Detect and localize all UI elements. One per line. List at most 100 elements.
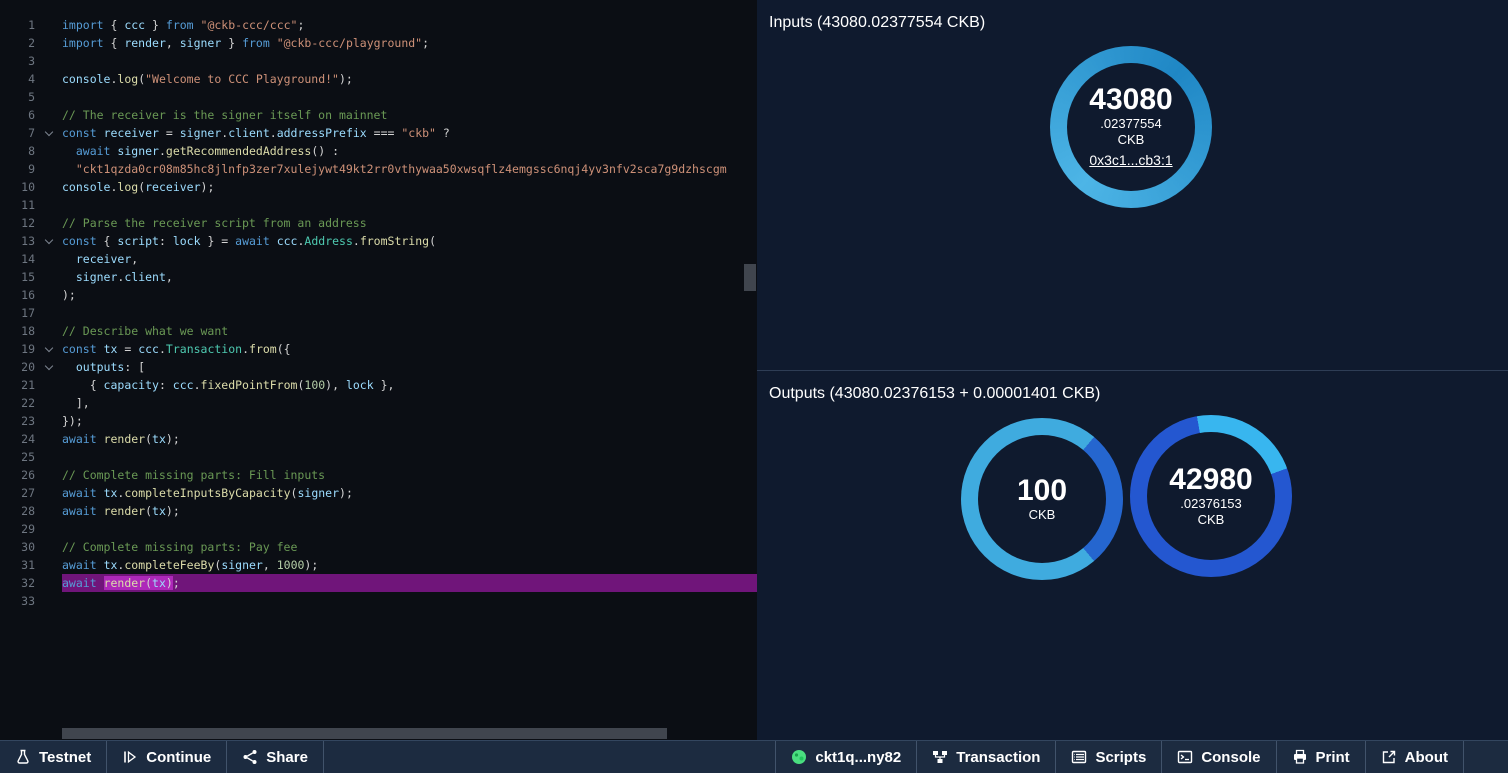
input-outpoint-link[interactable]: 0x3c1...cb3:1 <box>1089 150 1172 170</box>
code-text: const tx = ccc.Transaction.from({ <box>62 340 757 358</box>
transaction-button[interactable]: Transaction <box>916 741 1055 773</box>
line-number: 3 <box>0 52 35 70</box>
line-number: 15 <box>0 268 35 286</box>
editor-vertical-scrollbar-thumb[interactable] <box>744 264 756 291</box>
outputs-section: Outputs (43080.02376153 + 0.00001401 CKB… <box>757 371 1508 403</box>
line-number: 23 <box>0 412 35 430</box>
code-line-8[interactable]: 8 await signer.getRecommendedAddress() : <box>0 142 757 160</box>
code-line-31[interactable]: 31await tx.completeFeeBy(signer, 1000); <box>0 556 757 574</box>
code-line-33[interactable]: 33 <box>0 592 757 610</box>
code-text: console.log("Welcome to CCC Playground!"… <box>62 70 757 88</box>
transaction-visualizer: Inputs (43080.02377554 CKB) Outputs (430… <box>757 0 1508 740</box>
code-text: await render(tx); <box>62 430 757 448</box>
fold-chevron-icon[interactable] <box>35 348 62 351</box>
line-number: 25 <box>0 448 35 466</box>
console-label: Console <box>1201 749 1260 766</box>
code-line-2[interactable]: 2 import { render, signer } from "@ckb-cc… <box>0 34 757 52</box>
fold-chevron-icon[interactable] <box>35 132 62 135</box>
output-cell-donut-0: 100 CKB <box>961 418 1123 580</box>
outputs-title: Outputs (43080.02376153 + 0.00001401 CKB… <box>757 371 1508 403</box>
main-area: 1import { ccc } from "@ckb-ccc/ccc";2 imp… <box>0 0 1508 740</box>
share-nodes-icon <box>242 749 258 765</box>
about-button[interactable]: About <box>1365 741 1463 773</box>
continue-button[interactable]: Continue <box>107 741 227 773</box>
code-line-20[interactable]: 20 outputs: [ <box>0 358 757 376</box>
line-number: 12 <box>0 214 35 232</box>
transaction-diagram-icon <box>932 749 948 765</box>
code-line-3[interactable]: 3 <box>0 52 757 70</box>
code-line-27[interactable]: 27await tx.completeInputsByCapacity(sign… <box>0 484 757 502</box>
code-line-23[interactable]: 23}); <box>0 412 757 430</box>
line-number: 24 <box>0 430 35 448</box>
code-line-30[interactable]: 30// Complete missing parts: Pay fee <box>0 538 757 556</box>
code-line-10[interactable]: 10console.log(receiver); <box>0 178 757 196</box>
code-line-14[interactable]: 14 receiver, <box>0 250 757 268</box>
code-text: // Complete missing parts: Fill inputs <box>62 466 757 484</box>
code-lines: 1import { ccc } from "@ckb-ccc/ccc";2 imp… <box>0 16 757 610</box>
output-cell-1-content: 42980 .02376153 CKB <box>1147 432 1275 560</box>
code-line-7[interactable]: 7 const receiver = signer.client.addressP… <box>0 124 757 142</box>
wallet-address-button[interactable]: ckt1q...ny82 <box>775 741 916 773</box>
code-line-4[interactable]: 4 console.log("Welcome to CCC Playground!… <box>0 70 757 88</box>
code-text <box>62 592 757 610</box>
print-icon <box>1292 749 1308 765</box>
code-line-9[interactable]: 9 "ckt1qzda0cr08m85hc8jlnfp3zer7xulejywt… <box>0 160 757 178</box>
testnet-flask-icon <box>15 749 31 765</box>
fold-chevron-icon[interactable] <box>35 366 62 369</box>
code-line-21[interactable]: 21 { capacity: ccc.fixedPointFrom(100), … <box>0 376 757 394</box>
code-line-18[interactable]: 18// Describe what we want <box>0 322 757 340</box>
code-line-17[interactable]: 17 <box>0 304 757 322</box>
output-cell-donut-1: 42980 .02376153 CKB <box>1130 415 1292 577</box>
code-text: const receiver = signer.client.addressPr… <box>62 124 757 142</box>
output-0-unit: CKB <box>1029 507 1056 523</box>
code-line-32[interactable]: 32await render(tx); <box>0 574 757 592</box>
line-number: 5 <box>0 88 35 106</box>
editor-horizontal-scrollbar-thumb[interactable] <box>62 728 667 739</box>
code-line-25[interactable]: 25 <box>0 448 757 466</box>
fold-chevron-icon[interactable] <box>35 240 62 243</box>
code-text: import { render, signer } from "@ckb-ccc… <box>62 34 757 52</box>
input-cell-donut: 43080 .02377554 CKB 0x3c1...cb3:1 <box>1050 46 1212 208</box>
inputs-title: Inputs (43080.02377554 CKB) <box>757 0 1508 32</box>
line-number: 8 <box>0 142 35 160</box>
code-line-13[interactable]: 13const { script: lock } = await ccc.Add… <box>0 232 757 250</box>
code-text: signer.client, <box>62 268 757 286</box>
code-text: await signer.getRecommendedAddress() : <box>62 142 757 160</box>
output-1-unit: CKB <box>1198 512 1225 528</box>
code-line-22[interactable]: 22 ], <box>0 394 757 412</box>
output-0-amount: 100 <box>1017 475 1067 507</box>
code-editor[interactable]: 1import { ccc } from "@ckb-ccc/ccc";2 imp… <box>0 0 757 740</box>
code-text <box>62 88 757 106</box>
code-text: await render(tx); <box>62 574 757 592</box>
scripts-button[interactable]: Scripts <box>1055 741 1161 773</box>
line-number: 22 <box>0 394 35 412</box>
transaction-label: Transaction <box>956 749 1040 766</box>
line-number: 2 <box>0 34 35 52</box>
console-button[interactable]: Console <box>1161 741 1275 773</box>
output-1-amount: 42980 <box>1169 464 1252 496</box>
code-line-5[interactable]: 5 <box>0 88 757 106</box>
input-fraction: .02377554 <box>1100 116 1161 132</box>
testnet-button[interactable]: Testnet <box>0 741 107 773</box>
code-line-11[interactable]: 11 <box>0 196 757 214</box>
code-line-26[interactable]: 26// Complete missing parts: Fill inputs <box>0 466 757 484</box>
line-number: 13 <box>0 232 35 250</box>
print-button[interactable]: Print <box>1276 741 1365 773</box>
code-line-19[interactable]: 19const tx = ccc.Transaction.from({ <box>0 340 757 358</box>
line-number: 4 <box>0 70 35 88</box>
code-line-28[interactable]: 28await render(tx); <box>0 502 757 520</box>
code-line-24[interactable]: 24 await render(tx); <box>0 430 757 448</box>
line-number: 7 <box>0 124 35 142</box>
code-line-15[interactable]: 15 signer.client, <box>0 268 757 286</box>
code-line-29[interactable]: 29 <box>0 520 757 538</box>
code-line-1[interactable]: 1import { ccc } from "@ckb-ccc/ccc"; <box>0 16 757 34</box>
line-number: 6 <box>0 106 35 124</box>
line-number: 10 <box>0 178 35 196</box>
code-text: // The receiver is the signer itself on … <box>62 106 757 124</box>
code-line-16[interactable]: 16); <box>0 286 757 304</box>
line-number: 14 <box>0 250 35 268</box>
share-button[interactable]: Share <box>227 741 324 773</box>
line-number: 1 <box>0 16 35 34</box>
code-line-12[interactable]: 12// Parse the receiver script from an a… <box>0 214 757 232</box>
code-line-6[interactable]: 6 // The receiver is the signer itself on… <box>0 106 757 124</box>
